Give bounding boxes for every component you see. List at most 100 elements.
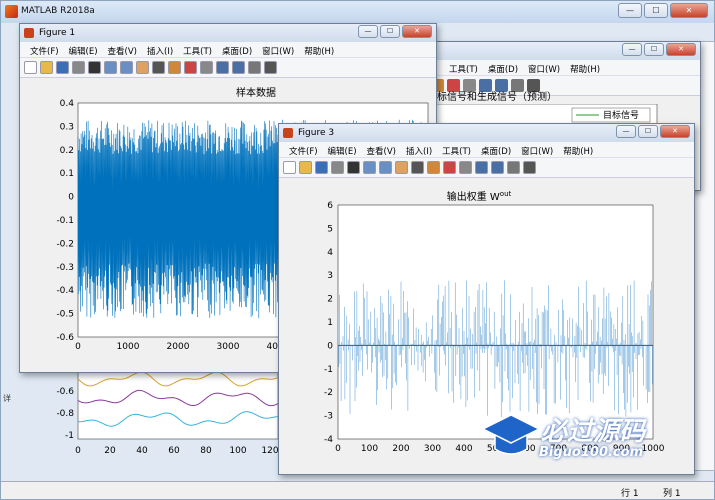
fig2-menu-tools[interactable]: 工具(T) bbox=[445, 60, 484, 75]
fig2-maximize-button[interactable]: ☐ bbox=[644, 43, 664, 56]
fig1-menu-item[interactable]: 查看(V) bbox=[104, 42, 143, 57]
zoom-in-icon[interactable] bbox=[363, 161, 376, 174]
fig3-menu-item[interactable]: 插入(I) bbox=[402, 142, 438, 157]
bottom-xtick-label: 100 bbox=[229, 446, 246, 456]
fig1-menu-item[interactable]: 窗口(W) bbox=[258, 42, 300, 57]
figure-icon bbox=[283, 128, 293, 138]
new-file-icon[interactable] bbox=[283, 161, 296, 174]
status-bar: 行 1 列 1 bbox=[1, 481, 714, 499]
pointer-icon[interactable] bbox=[88, 61, 101, 74]
fig2-plot-title: 标信号和生成信号（预测） bbox=[437, 92, 557, 103]
fig2-menu-desktop[interactable]: 桌面(D) bbox=[484, 60, 524, 75]
figure3-title: Figure 3 bbox=[298, 128, 335, 138]
pointer-icon[interactable] bbox=[347, 161, 360, 174]
fig2-menu-window[interactable]: 窗口(W) bbox=[524, 60, 566, 75]
colorbar-icon[interactable] bbox=[216, 61, 229, 74]
open-folder-icon[interactable] bbox=[299, 161, 312, 174]
fig3-maximize-button[interactable]: ☐ bbox=[638, 125, 658, 138]
fig1-close-button[interactable]: ✕ bbox=[402, 25, 432, 38]
datacursor-icon[interactable] bbox=[168, 61, 181, 74]
figure2-menubar: 工具(T) 桌面(D) 窗口(W) 帮助(H) bbox=[427, 60, 700, 76]
figure1-titlebar: Figure 1 — ☐ ✕ bbox=[20, 24, 436, 42]
link-icon[interactable] bbox=[200, 61, 213, 74]
show-plot-icon[interactable] bbox=[523, 161, 536, 174]
fig2-menu-help[interactable]: 帮助(H) bbox=[566, 60, 606, 75]
bottom-xtick-label: 40 bbox=[136, 446, 148, 456]
main-titlebar: MATLAB R2018a — ☐ ✕ bbox=[1, 1, 714, 23]
fig3-menu-item[interactable]: 帮助(H) bbox=[559, 142, 599, 157]
bottom-xtick-label: 60 bbox=[168, 446, 180, 456]
fig1-ytick-label: 0.3 bbox=[60, 122, 74, 132]
fig3-menu-item[interactable]: 编辑(E) bbox=[324, 142, 363, 157]
bottom-plot: -0.6 -0.8 -1 0 20 40 60 80 100 120 bbox=[56, 361, 279, 456]
pan-icon[interactable] bbox=[136, 61, 149, 74]
rotate-icon[interactable] bbox=[411, 161, 424, 174]
fig3-menu-item[interactable]: 桌面(D) bbox=[477, 142, 517, 157]
open-folder-icon[interactable] bbox=[40, 61, 53, 74]
fig1-ytick-label: -0.3 bbox=[56, 263, 74, 273]
minimize-button[interactable]: — bbox=[618, 3, 642, 18]
side-label: 详 bbox=[3, 394, 11, 403]
fig1-menu-item[interactable]: 帮助(H) bbox=[300, 42, 340, 57]
zoom-out-icon[interactable] bbox=[379, 161, 392, 174]
legend-icon[interactable] bbox=[232, 61, 245, 74]
bottom-ytick-label: -0.6 bbox=[56, 387, 74, 397]
fig1-menu-item[interactable]: 桌面(D) bbox=[218, 42, 258, 57]
fig3-ytick-label: -4 bbox=[324, 435, 333, 445]
fig2-legend-label: 目标信号 bbox=[603, 109, 639, 121]
show-plot-icon[interactable] bbox=[264, 61, 277, 74]
rotate-icon[interactable] bbox=[152, 61, 165, 74]
zoom-out-icon[interactable] bbox=[120, 61, 133, 74]
bottom-ytick-label: -0.8 bbox=[56, 409, 74, 419]
fig3-close-button[interactable]: ✕ bbox=[660, 125, 690, 138]
brush-icon[interactable] bbox=[443, 161, 456, 174]
fig3-ytick-label: 0 bbox=[327, 341, 333, 351]
zoom-in-icon[interactable] bbox=[104, 61, 117, 74]
fig1-maximize-button[interactable]: ☐ bbox=[380, 25, 400, 38]
brush-icon[interactable] bbox=[184, 61, 197, 74]
hide-plot-icon[interactable] bbox=[248, 61, 261, 74]
colorbar-icon[interactable] bbox=[475, 161, 488, 174]
fig1-menu-item[interactable]: 编辑(E) bbox=[65, 42, 104, 57]
datacursor-icon[interactable] bbox=[427, 161, 440, 174]
fig1-minimize-button[interactable]: — bbox=[358, 25, 378, 38]
fig3-ytick-label: 1 bbox=[327, 318, 333, 328]
fig3-menu-item[interactable]: 查看(V) bbox=[363, 142, 402, 157]
print-icon[interactable] bbox=[72, 61, 85, 74]
fig3-menu-item[interactable]: 窗口(W) bbox=[517, 142, 559, 157]
pan-icon[interactable] bbox=[395, 161, 408, 174]
fig1-menu-item[interactable]: 插入(I) bbox=[143, 42, 179, 57]
maximize-button[interactable]: ☐ bbox=[644, 3, 668, 18]
matlab-logo-icon bbox=[5, 5, 18, 18]
bottom-ytick-label: -1 bbox=[65, 431, 74, 441]
fig3-xtick-label: 100 bbox=[361, 444, 378, 454]
fig3-xtick-label: 300 bbox=[424, 444, 441, 454]
fig1-menu-item[interactable]: 文件(F) bbox=[26, 42, 65, 57]
fig3-ytick-label: -1 bbox=[324, 365, 333, 375]
close-button[interactable]: ✕ bbox=[670, 3, 708, 18]
fig2-close-button[interactable]: ✕ bbox=[666, 43, 696, 56]
fig3-minimize-button[interactable]: — bbox=[616, 125, 636, 138]
print-icon[interactable] bbox=[331, 161, 344, 174]
fig3-menu-item[interactable]: 文件(F) bbox=[285, 142, 324, 157]
fig3-xtick-label: 0 bbox=[335, 444, 341, 454]
fig1-ytick-label: -0.2 bbox=[56, 239, 74, 249]
hide-plot-icon[interactable] bbox=[507, 161, 520, 174]
fig2-minimize-button[interactable]: — bbox=[622, 43, 642, 56]
legend-icon[interactable] bbox=[491, 161, 504, 174]
figure1-title: Figure 1 bbox=[39, 28, 76, 38]
save-icon[interactable] bbox=[56, 61, 69, 74]
fig1-menu-item[interactable]: 工具(T) bbox=[179, 42, 218, 57]
figure3-toolbar bbox=[279, 158, 694, 178]
fig3-plot-title: 输出权重 Wout bbox=[447, 190, 512, 203]
fig1-ytick-label: -0.5 bbox=[56, 310, 74, 320]
watermark-brand: 必过源码 bbox=[541, 417, 646, 447]
save-icon[interactable] bbox=[315, 161, 328, 174]
fig1-ytick-label: 0.4 bbox=[60, 99, 75, 109]
bottom-xtick-label: 80 bbox=[200, 446, 212, 456]
fig1-xtick-label: 3000 bbox=[217, 342, 240, 352]
fig3-ytick-label: -2 bbox=[324, 388, 333, 398]
fig3-menu-item[interactable]: 工具(T) bbox=[438, 142, 477, 157]
new-file-icon[interactable] bbox=[24, 61, 37, 74]
link-icon[interactable] bbox=[459, 161, 472, 174]
